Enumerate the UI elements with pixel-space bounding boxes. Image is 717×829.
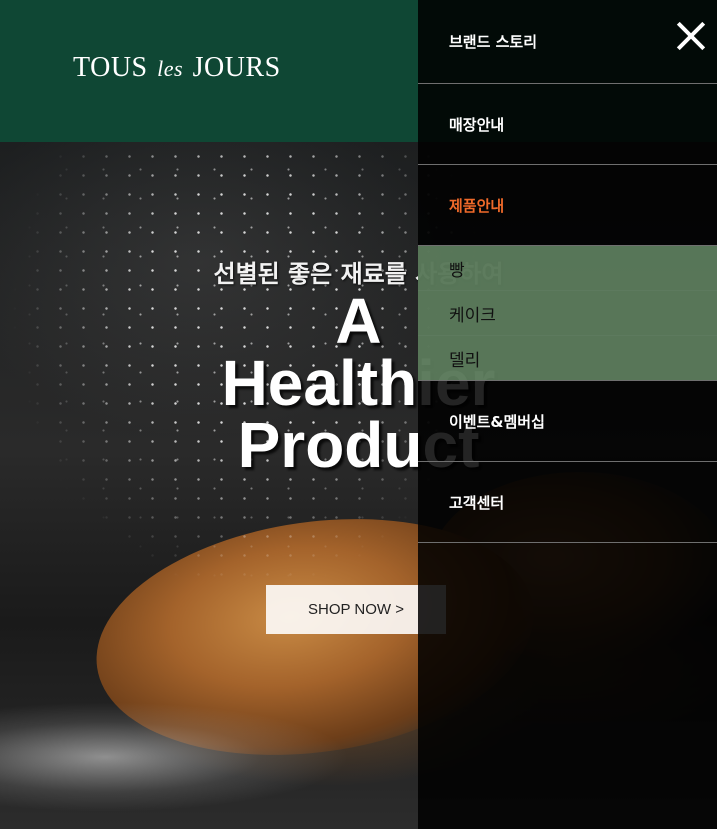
submenu-item-label: 델리 (449, 350, 481, 371)
products-submenu: 빵 케이크 델리 (418, 246, 717, 381)
menu-item-customer-center[interactable]: 고객센터 (418, 462, 717, 543)
side-menu: 브랜드 스토리 매장안내 제품안내 빵 케이크 델리 이벤트&멤버십 고객센터 (418, 0, 717, 829)
logo-text-tous: TOUS (73, 52, 148, 83)
menu-item-label: 브랜드 스토리 (449, 33, 538, 51)
menu-item-label: 매장안내 (449, 115, 505, 134)
logo-text-les: les (157, 56, 184, 81)
submenu-item-bread[interactable]: 빵 (418, 246, 717, 291)
menu-item-brand-story[interactable]: 브랜드 스토리 (418, 0, 717, 84)
menu-item-events-membership[interactable]: 이벤트&멤버십 (418, 381, 717, 462)
menu-item-products[interactable]: 제품안내 (418, 165, 717, 246)
logo-text-jours: JOURS (192, 52, 281, 83)
menu-item-label: 제품안내 (449, 196, 505, 215)
menu-item-label: 고객센터 (449, 493, 505, 512)
submenu-item-label: 빵 (449, 260, 465, 281)
submenu-item-deli[interactable]: 델리 (418, 336, 717, 381)
brand-logo[interactable]: TOUS les JOURS (73, 52, 281, 84)
menu-item-label: 이벤트&멤버십 (449, 412, 545, 431)
submenu-item-label: 케이크 (449, 305, 496, 326)
menu-item-store-info[interactable]: 매장안내 (418, 84, 717, 165)
submenu-item-cake[interactable]: 케이크 (418, 291, 717, 336)
